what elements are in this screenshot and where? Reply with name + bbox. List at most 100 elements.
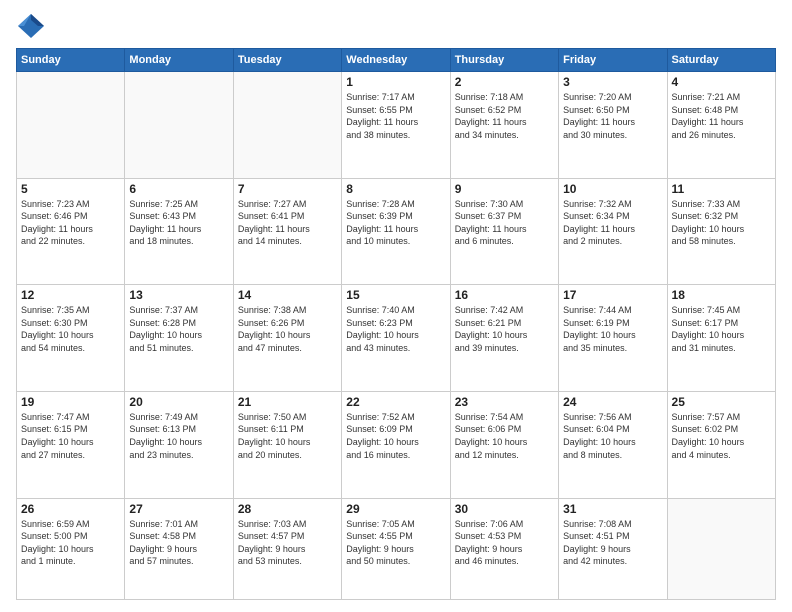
cell-info: Sunrise: 7:47 AM Sunset: 6:15 PM Dayligh… bbox=[21, 411, 120, 461]
calendar-cell: 25 Sunrise: 7:57 AM Sunset: 6:02 PM Dayli… bbox=[667, 391, 775, 498]
logo-icon bbox=[16, 12, 46, 40]
cell-info: Sunrise: 7:42 AM Sunset: 6:21 PM Dayligh… bbox=[455, 304, 554, 354]
cell-info: Sunrise: 7:32 AM Sunset: 6:34 PM Dayligh… bbox=[563, 198, 662, 248]
cell-info: Sunrise: 7:50 AM Sunset: 6:11 PM Dayligh… bbox=[238, 411, 337, 461]
weekday-header: Friday bbox=[559, 49, 667, 72]
calendar-cell bbox=[667, 498, 775, 600]
day-number: 10 bbox=[563, 182, 662, 196]
calendar-week-row: 5Sunrise: 7:23 AM Sunset: 6:46 PM Daylig… bbox=[17, 178, 776, 285]
calendar-cell: 26 Sunrise: 6:59 AM Sunset: 5:00 PM Dayli… bbox=[17, 498, 125, 600]
calendar-cell: 3 Sunrise: 7:20 AM Sunset: 6:50 PM Daylig… bbox=[559, 72, 667, 179]
calendar-cell: 16 Sunrise: 7:42 AM Sunset: 6:21 PM Dayli… bbox=[450, 285, 558, 392]
cell-info: Sunrise: 7:37 AM Sunset: 6:28 PM Dayligh… bbox=[129, 304, 228, 354]
cell-info: Sunrise: 7:57 AM Sunset: 6:02 PM Dayligh… bbox=[672, 411, 771, 461]
calendar-cell: 10 Sunrise: 7:32 AM Sunset: 6:34 PM Dayli… bbox=[559, 178, 667, 285]
calendar-cell: 4Sunrise: 7:21 AM Sunset: 6:48 PM Daylig… bbox=[667, 72, 775, 179]
calendar-table: SundayMondayTuesdayWednesdayThursdayFrid… bbox=[16, 48, 776, 600]
cell-info: Sunrise: 7:20 AM Sunset: 6:50 PM Dayligh… bbox=[563, 91, 662, 141]
cell-info: Sunrise: 6:59 AM Sunset: 5:00 PM Dayligh… bbox=[21, 518, 120, 568]
cell-info: Sunrise: 7:35 AM Sunset: 6:30 PM Dayligh… bbox=[21, 304, 120, 354]
day-number: 2 bbox=[455, 75, 554, 89]
day-number: 11 bbox=[672, 182, 771, 196]
calendar-cell: 29Sunrise: 7:05 AM Sunset: 4:55 PM Dayli… bbox=[342, 498, 450, 600]
calendar-cell bbox=[125, 72, 233, 179]
day-number: 29 bbox=[346, 502, 445, 516]
calendar-cell bbox=[17, 72, 125, 179]
calendar-cell: 9 Sunrise: 7:30 AM Sunset: 6:37 PM Daylig… bbox=[450, 178, 558, 285]
cell-info: Sunrise: 7:45 AM Sunset: 6:17 PM Dayligh… bbox=[672, 304, 771, 354]
day-number: 21 bbox=[238, 395, 337, 409]
day-number: 17 bbox=[563, 288, 662, 302]
cell-info: Sunrise: 7:44 AM Sunset: 6:19 PM Dayligh… bbox=[563, 304, 662, 354]
weekday-header: Tuesday bbox=[233, 49, 341, 72]
cell-info: Sunrise: 7:49 AM Sunset: 6:13 PM Dayligh… bbox=[129, 411, 228, 461]
day-number: 19 bbox=[21, 395, 120, 409]
calendar-cell: 5Sunrise: 7:23 AM Sunset: 6:46 PM Daylig… bbox=[17, 178, 125, 285]
day-number: 27 bbox=[129, 502, 228, 516]
day-number: 13 bbox=[129, 288, 228, 302]
calendar-cell bbox=[233, 72, 341, 179]
day-number: 3 bbox=[563, 75, 662, 89]
calendar-cell: 24 Sunrise: 7:56 AM Sunset: 6:04 PM Dayli… bbox=[559, 391, 667, 498]
calendar-cell: 17 Sunrise: 7:44 AM Sunset: 6:19 PM Dayli… bbox=[559, 285, 667, 392]
page: SundayMondayTuesdayWednesdayThursdayFrid… bbox=[0, 0, 792, 612]
cell-info: Sunrise: 7:40 AM Sunset: 6:23 PM Dayligh… bbox=[346, 304, 445, 354]
cell-info: Sunrise: 7:03 AM Sunset: 4:57 PM Dayligh… bbox=[238, 518, 337, 568]
cell-info: Sunrise: 7:30 AM Sunset: 6:37 PM Dayligh… bbox=[455, 198, 554, 248]
day-number: 4 bbox=[672, 75, 771, 89]
header bbox=[16, 12, 776, 40]
calendar-week-row: 1 Sunrise: 7:17 AM Sunset: 6:55 PM Daylig… bbox=[17, 72, 776, 179]
day-number: 20 bbox=[129, 395, 228, 409]
day-number: 25 bbox=[672, 395, 771, 409]
calendar-cell: 31 Sunrise: 7:08 AM Sunset: 4:51 PM Dayli… bbox=[559, 498, 667, 600]
calendar-cell: 12 Sunrise: 7:35 AM Sunset: 6:30 PM Dayli… bbox=[17, 285, 125, 392]
cell-info: Sunrise: 7:56 AM Sunset: 6:04 PM Dayligh… bbox=[563, 411, 662, 461]
cell-info: Sunrise: 7:17 AM Sunset: 6:55 PM Dayligh… bbox=[346, 91, 445, 141]
calendar-cell: 30Sunrise: 7:06 AM Sunset: 4:53 PM Dayli… bbox=[450, 498, 558, 600]
day-number: 1 bbox=[346, 75, 445, 89]
calendar-week-row: 19 Sunrise: 7:47 AM Sunset: 6:15 PM Dayli… bbox=[17, 391, 776, 498]
weekday-header: Wednesday bbox=[342, 49, 450, 72]
day-number: 6 bbox=[129, 182, 228, 196]
calendar-cell: 1 Sunrise: 7:17 AM Sunset: 6:55 PM Daylig… bbox=[342, 72, 450, 179]
cell-info: Sunrise: 7:38 AM Sunset: 6:26 PM Dayligh… bbox=[238, 304, 337, 354]
day-number: 26 bbox=[21, 502, 120, 516]
cell-info: Sunrise: 7:28 AM Sunset: 6:39 PM Dayligh… bbox=[346, 198, 445, 248]
day-number: 12 bbox=[21, 288, 120, 302]
calendar-cell: 28 Sunrise: 7:03 AM Sunset: 4:57 PM Dayli… bbox=[233, 498, 341, 600]
day-number: 23 bbox=[455, 395, 554, 409]
cell-info: Sunrise: 7:25 AM Sunset: 6:43 PM Dayligh… bbox=[129, 198, 228, 248]
calendar-cell: 7 Sunrise: 7:27 AM Sunset: 6:41 PM Daylig… bbox=[233, 178, 341, 285]
day-number: 18 bbox=[672, 288, 771, 302]
day-number: 30 bbox=[455, 502, 554, 516]
cell-info: Sunrise: 7:33 AM Sunset: 6:32 PM Dayligh… bbox=[672, 198, 771, 248]
calendar-cell: 14 Sunrise: 7:38 AM Sunset: 6:26 PM Dayli… bbox=[233, 285, 341, 392]
calendar-cell: 27Sunrise: 7:01 AM Sunset: 4:58 PM Dayli… bbox=[125, 498, 233, 600]
weekday-header: Thursday bbox=[450, 49, 558, 72]
calendar-cell: 21 Sunrise: 7:50 AM Sunset: 6:11 PM Dayli… bbox=[233, 391, 341, 498]
day-number: 14 bbox=[238, 288, 337, 302]
calendar-cell: 22 Sunrise: 7:52 AM Sunset: 6:09 PM Dayli… bbox=[342, 391, 450, 498]
weekday-header: Monday bbox=[125, 49, 233, 72]
day-number: 28 bbox=[238, 502, 337, 516]
day-number: 31 bbox=[563, 502, 662, 516]
calendar-week-row: 26 Sunrise: 6:59 AM Sunset: 5:00 PM Dayli… bbox=[17, 498, 776, 600]
day-number: 22 bbox=[346, 395, 445, 409]
calendar-cell: 2Sunrise: 7:18 AM Sunset: 6:52 PM Daylig… bbox=[450, 72, 558, 179]
calendar-cell: 19 Sunrise: 7:47 AM Sunset: 6:15 PM Dayli… bbox=[17, 391, 125, 498]
day-number: 24 bbox=[563, 395, 662, 409]
weekday-header: Saturday bbox=[667, 49, 775, 72]
cell-info: Sunrise: 7:08 AM Sunset: 4:51 PM Dayligh… bbox=[563, 518, 662, 568]
day-number: 9 bbox=[455, 182, 554, 196]
day-number: 16 bbox=[455, 288, 554, 302]
cell-info: Sunrise: 7:52 AM Sunset: 6:09 PM Dayligh… bbox=[346, 411, 445, 461]
cell-info: Sunrise: 7:27 AM Sunset: 6:41 PM Dayligh… bbox=[238, 198, 337, 248]
calendar-cell: 15Sunrise: 7:40 AM Sunset: 6:23 PM Dayli… bbox=[342, 285, 450, 392]
cell-info: Sunrise: 7:54 AM Sunset: 6:06 PM Dayligh… bbox=[455, 411, 554, 461]
day-number: 7 bbox=[238, 182, 337, 196]
weekday-header: Sunday bbox=[17, 49, 125, 72]
calendar-cell: 20 Sunrise: 7:49 AM Sunset: 6:13 PM Dayli… bbox=[125, 391, 233, 498]
calendar-cell: 8 Sunrise: 7:28 AM Sunset: 6:39 PM Daylig… bbox=[342, 178, 450, 285]
day-number: 8 bbox=[346, 182, 445, 196]
calendar-cell: 6 Sunrise: 7:25 AM Sunset: 6:43 PM Daylig… bbox=[125, 178, 233, 285]
